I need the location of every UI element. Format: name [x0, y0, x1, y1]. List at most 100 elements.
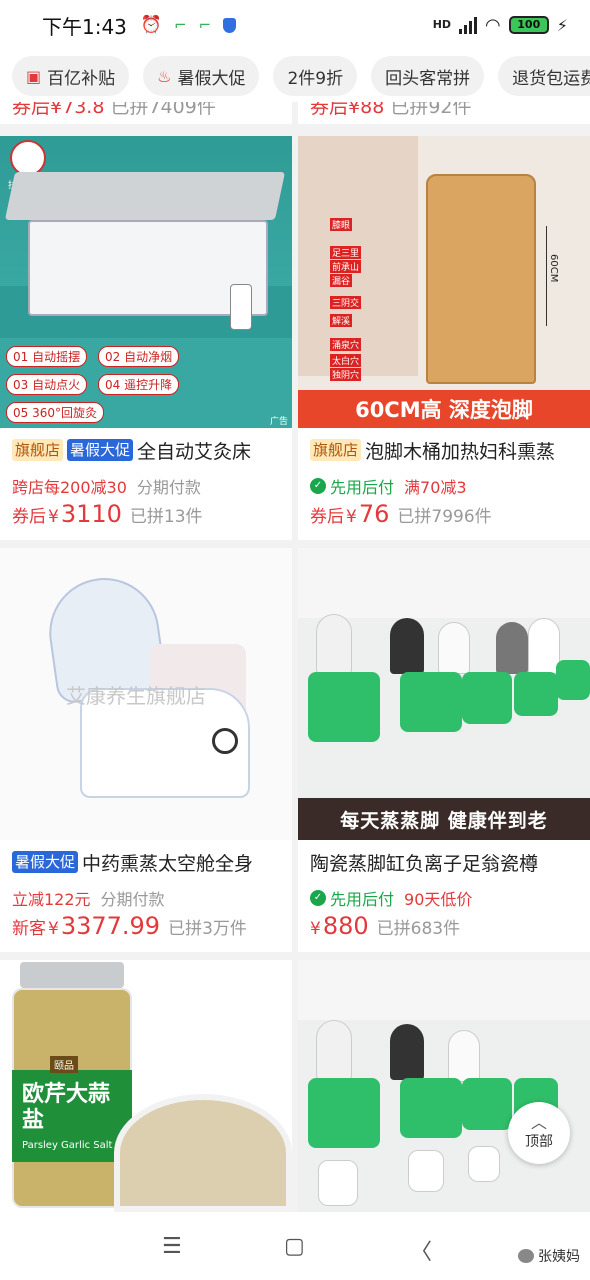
- hd-icon: HD: [432, 18, 452, 31]
- product-title: 旗舰店 泡脚木桶加热妇科熏蒸: [310, 434, 582, 466]
- chip-free-return-shipping[interactable]: 退货包运费: [498, 56, 590, 96]
- price: 880: [322, 912, 369, 940]
- product-image: 每天蒸蒸脚 健康伴到老: [298, 548, 590, 840]
- wifi-icon: ◠: [485, 14, 501, 36]
- shield-icon: [223, 17, 237, 33]
- bowl: [114, 1094, 292, 1212]
- flame-icon: ♨: [157, 66, 172, 86]
- promo-text: 先用后付: [330, 890, 395, 909]
- brand-logo: [10, 140, 46, 176]
- chip-billion-subsidy[interactable]: ▣ 百亿补贴: [12, 56, 130, 96]
- price-row: ¥ 880 已拼683件: [310, 912, 460, 940]
- wechat-icon: [518, 1249, 534, 1263]
- image-banner: 每天蒸蒸脚 健康伴到老: [298, 798, 590, 840]
- product-image: 扶艾堂 01 自动摇摆 02 自动净烟 03 自动点火 04 遥控升降 05 3…: [0, 136, 292, 428]
- watermark: 张姨妈: [518, 1246, 580, 1266]
- pay-later-icon: ✓: [310, 890, 326, 906]
- home-icon[interactable]: ▢: [284, 1234, 305, 1259]
- product-image: 60CM 膝眼 足三里 前承山 漏谷 三阴交 解溪 涌泉穴 太白穴 独阴穴 60…: [298, 136, 590, 428]
- price-row: 新客 ¥ 3377.99 已拼3万件: [12, 912, 247, 940]
- promo-row: ✓ 先用后付 满70减3: [310, 474, 467, 498]
- promo-text: 立减122元: [12, 890, 91, 909]
- product-title: 陶瓷蒸脚缸负离子足翁瓷樽: [310, 846, 582, 878]
- flagship-tag: 旗舰店: [12, 439, 64, 461]
- chip-label: 百亿补贴: [47, 68, 116, 89]
- prev-sold: 已拼92件: [390, 102, 472, 118]
- product-title-text: 中药熏蒸太空舱全身: [82, 852, 254, 875]
- status-icons-left: ⏰ ⌐ ⌐: [141, 15, 237, 35]
- chip-label: 2件9折: [287, 68, 344, 89]
- prev-card-right[interactable]: 券后¥88 已拼92件: [298, 102, 590, 124]
- chevron-up-icon: ︿: [530, 1113, 547, 1132]
- banner-text: 每天蒸蒸脚 健康伴到老: [340, 809, 548, 832]
- promo-row: ✓ 先用后付 90天低价: [310, 886, 472, 910]
- price-row: 券后 ¥ 3110 已拼13件: [12, 500, 203, 528]
- price: 3377.99: [60, 912, 161, 940]
- prev-sold: 已拼7409件: [110, 102, 216, 118]
- product-title-text: 陶瓷蒸脚缸负离子足翁瓷樽: [310, 852, 539, 875]
- product-card[interactable]: 60CM 膝眼 足三里 前承山 漏谷 三阴交 解溪 涌泉穴 太白穴 独阴穴 60…: [298, 136, 590, 540]
- chip-two-items-discount[interactable]: 2件9折: [273, 56, 358, 96]
- system-nav-bar: ☰ ▢ 〈: [0, 1212, 590, 1280]
- summer-sale-tag: 暑假大促: [12, 851, 79, 873]
- currency-symbol: ¥: [346, 507, 357, 527]
- product-card[interactable]: [298, 960, 590, 1212]
- remote-control: [230, 284, 252, 330]
- prev-price-prefix: 券后: [310, 102, 349, 118]
- chip-repeat-buyers[interactable]: 回头客常拼: [371, 56, 485, 96]
- currency-symbol: ¥: [48, 507, 59, 527]
- product-image: [298, 960, 590, 1212]
- prev-price-prefix: 券后: [12, 102, 51, 118]
- product-card[interactable]: 每天蒸蒸脚 健康伴到老 陶瓷蒸脚缸负离子足翁瓷樽 ✓ 先用后付 90天低价 ¥ …: [298, 548, 590, 952]
- product-title-text: 全自动艾灸床: [137, 440, 252, 463]
- prev-price: ¥88: [348, 102, 385, 118]
- image-watermark: 艾康养生旗舰店: [66, 684, 206, 708]
- chip-summer-sale[interactable]: ♨ 暑假大促: [143, 56, 260, 96]
- product-card[interactable]: 颐品 欧芹大蒜盐 Parsley Garlic Salt: [0, 960, 292, 1212]
- ad-label: 广告: [270, 417, 289, 427]
- price-prefix: 新客: [12, 919, 46, 939]
- currency-symbol: ¥: [310, 919, 321, 939]
- sold-count: 已拼13件: [129, 507, 203, 527]
- product-card[interactable]: 艾康养生旗舰店 暑假大促 中药熏蒸太空舱全身 立减122元 分期付款 新客 ¥ …: [0, 548, 292, 952]
- app-notification-icon: ⌐: [174, 16, 187, 34]
- sold-count: 已拼7996件: [397, 507, 492, 527]
- sold-count: 已拼683件: [376, 919, 461, 939]
- promo-text: 分期付款: [100, 890, 165, 909]
- sold-count: 已拼3万件: [168, 919, 247, 939]
- jar-lid: [20, 962, 124, 988]
- product-image: 艾康养生旗舰店: [0, 548, 292, 840]
- chip-label: 暑假大促: [177, 68, 246, 89]
- promo-text: 先用后付: [330, 478, 395, 497]
- price: 3110: [60, 500, 122, 528]
- back-icon[interactable]: 〈: [410, 1234, 432, 1266]
- prev-card-left[interactable]: 券后¥73.8 已拼7409件: [0, 102, 292, 124]
- summer-sale-tag: 暑假大促: [67, 439, 134, 461]
- wallet-icon: ▣: [26, 66, 42, 86]
- product-title-text: 泡脚木桶加热妇科熏蒸: [365, 440, 556, 463]
- price-prefix: 券后: [310, 507, 344, 527]
- back-to-top-label: 顶部: [525, 1134, 553, 1150]
- battery-icon: 100: [508, 16, 549, 34]
- watermark-text: 张姨妈: [538, 1249, 580, 1265]
- product-card[interactable]: 扶艾堂 01 自动摇摆 02 自动净烟 03 自动点火 04 遥控升降 05 3…: [0, 136, 292, 540]
- image-banner: 60CM高 深度泡脚: [298, 390, 590, 428]
- back-to-top-button[interactable]: ︿ 顶部: [508, 1102, 570, 1164]
- jar-brand: 颐品: [50, 1056, 78, 1073]
- flagship-tag: 旗舰店: [310, 439, 362, 461]
- promo-row: 跨店每200减30 分期付款: [12, 474, 201, 498]
- status-icons-right: HD ◠ 100 ⚡: [433, 15, 568, 36]
- currency-symbol: ¥: [48, 919, 59, 939]
- promo-row: 立减122元 分期付款: [12, 886, 165, 910]
- signal-icon: [459, 16, 478, 34]
- promo-text: 满70减3: [404, 478, 467, 497]
- menu-icon[interactable]: ☰: [162, 1234, 182, 1259]
- app-notification-icon-2: ⌐: [198, 16, 212, 34]
- product-title: 旗舰店 暑假大促 全自动艾灸床: [12, 434, 284, 466]
- prev-price: ¥73.8: [50, 102, 105, 118]
- status-time: 下午1:43: [42, 14, 127, 39]
- price-row: 券后 ¥ 76 已拼7996件: [310, 500, 492, 528]
- banner-text: 60CM高 深度泡脚: [355, 398, 533, 422]
- pay-later-icon: ✓: [310, 478, 326, 494]
- price-prefix: 券后: [12, 507, 46, 527]
